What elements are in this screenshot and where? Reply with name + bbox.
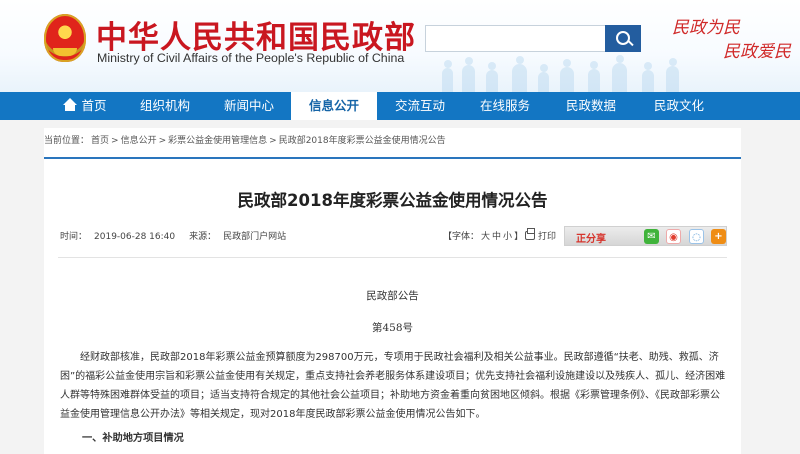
printer-icon bbox=[525, 228, 535, 240]
slogan-line-1: 民政为民 bbox=[672, 18, 740, 38]
font-size-large-link[interactable]: 大 bbox=[481, 232, 490, 242]
nav-item-home[interactable]: 首页 bbox=[46, 92, 123, 120]
breadcrumb-divider bbox=[44, 157, 741, 159]
breadcrumb-link-information-disclosure[interactable]: 信息公开 bbox=[121, 136, 157, 146]
article-title: 民政部2018年度彩票公益金使用情况公告 bbox=[237, 191, 548, 210]
share-toolbar: 正分享 ✉ ◉ ◌ + bbox=[564, 226, 727, 246]
font-size-small-link[interactable]: 小 bbox=[503, 232, 512, 242]
breadcrumb-separator: > bbox=[158, 136, 167, 146]
print-label: 打印 bbox=[538, 232, 557, 242]
ministry-title-en: Ministry of Civil Affairs of the People'… bbox=[97, 51, 405, 65]
wechat-share-icon[interactable]: ✉ bbox=[644, 229, 659, 244]
publish-time: 2019-06-28 16:40 bbox=[94, 232, 176, 242]
print-button[interactable]: 打印 bbox=[525, 228, 557, 242]
qzone-share-icon[interactable]: ◌ bbox=[689, 229, 704, 244]
home-icon bbox=[62, 98, 78, 111]
national-emblem-logo bbox=[44, 14, 86, 62]
font-size-medium-link[interactable]: 中 bbox=[492, 232, 501, 242]
breadcrumb-prefix: 当前位置： bbox=[44, 136, 90, 146]
notice-issuer: 民政部公告 bbox=[366, 290, 419, 302]
breadcrumb-separator: > bbox=[111, 136, 119, 146]
breadcrumb-link-home[interactable]: 首页 bbox=[91, 136, 109, 146]
breadcrumb: 当前位置： 首页 > 信息公开 > 彩票公益金使用管理信息 > 民政部2018年度彩票公益金使… bbox=[44, 130, 448, 152]
notice-number: 第458号 bbox=[371, 322, 414, 334]
site-header: 中华人民共和国民政部 Ministry of Civil Affairs of … bbox=[0, 0, 800, 92]
slogan-line-2: 民政爱民 bbox=[723, 42, 791, 62]
article-meta: 时间： 2019-06-28 16:40 来源： 民政部门户网站 bbox=[60, 229, 300, 242]
nav-item-online-services[interactable]: 在线服务 bbox=[463, 92, 547, 120]
breadcrumb-current-page: 民政部2018年度彩票公益金使用情况公告 bbox=[278, 136, 446, 146]
publish-time-label: 时间： bbox=[60, 232, 88, 242]
breadcrumb-separator: > bbox=[269, 136, 277, 146]
source-label: 来源： bbox=[189, 232, 217, 242]
decorative-people-silhouettes bbox=[434, 55, 694, 92]
article-meta-divider bbox=[58, 257, 727, 258]
nav-item-news-center[interactable]: 新闻中心 bbox=[207, 92, 291, 120]
breadcrumb-link-lottery-information[interactable]: 彩票公益金使用管理信息 bbox=[168, 136, 267, 146]
article-page: 当前位置： 首页 > 信息公开 > 彩票公益金使用管理信息 > 民政部2018年度彩票公益金使… bbox=[44, 128, 741, 454]
site-search bbox=[425, 25, 641, 52]
main-navigation: 首页 组织机构 新闻中心 信息公开 交流互动 在线服务 民政数据 民政文化 bbox=[0, 92, 800, 120]
font-size-control: 【字体：大中小】 bbox=[442, 229, 524, 242]
section-heading: 一、补助地方项目情况 bbox=[82, 433, 184, 444]
nav-item-label: 首页 bbox=[81, 98, 107, 113]
nav-item-information-disclosure[interactable]: 信息公开 bbox=[291, 92, 377, 120]
nav-item-organization[interactable]: 组织机构 bbox=[123, 92, 207, 120]
search-button[interactable] bbox=[605, 25, 641, 52]
nav-item-civil-data[interactable]: 民政数据 bbox=[547, 92, 635, 120]
nav-item-interaction[interactable]: 交流互动 bbox=[377, 92, 463, 120]
nav-item-civil-culture[interactable]: 民政文化 bbox=[635, 92, 723, 120]
search-input[interactable] bbox=[425, 25, 605, 52]
more-share-button[interactable]: + bbox=[711, 229, 726, 244]
source-value: 民政部门户网站 bbox=[223, 232, 287, 242]
share-label: 正分享 bbox=[576, 234, 606, 245]
font-size-label: 【字体： bbox=[443, 232, 480, 242]
article-body-paragraph: 经财政部核准，民政部2018年彩票公益金预算额度为298700万元，专项用于民政… bbox=[60, 352, 726, 420]
font-size-close: 】 bbox=[514, 232, 524, 242]
weibo-share-icon[interactable]: ◉ bbox=[666, 229, 681, 244]
